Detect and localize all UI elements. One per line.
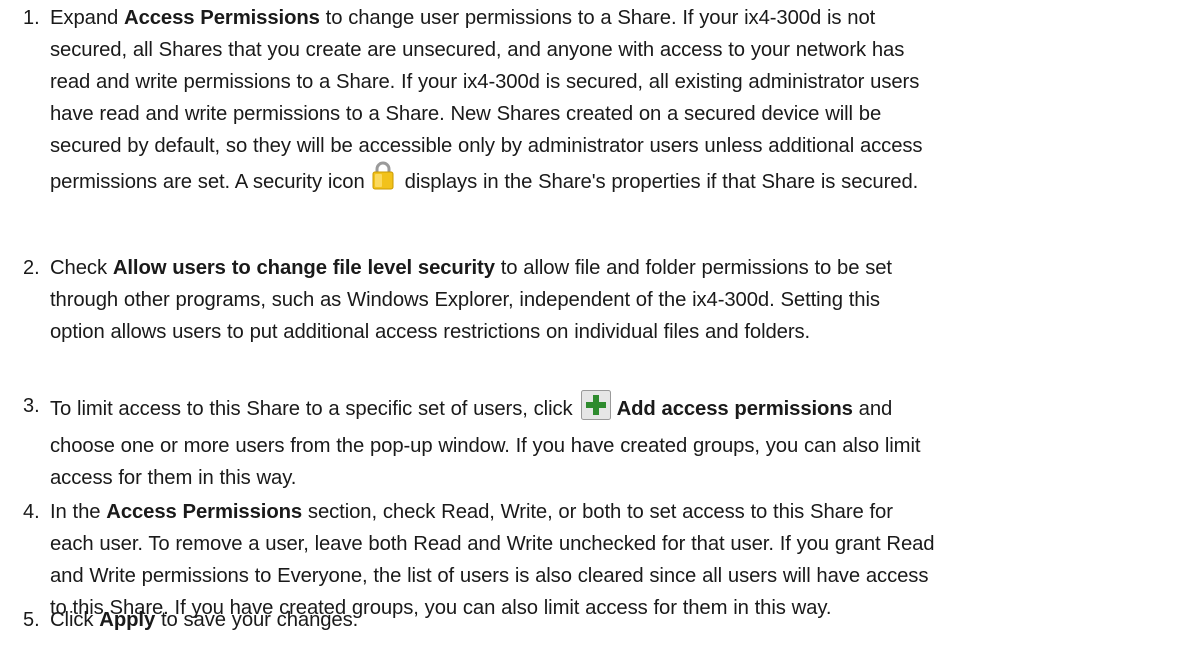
text-line: Expand Access Permissions to change user… [50,2,1176,34]
help-document: 1. Expand Access Permissions to change u… [0,0,1180,646]
text-line: secured by default, so they will be acce… [50,130,1176,162]
text-line: Check Allow users to change file level s… [50,252,1176,284]
text-line: option allows users to put additional ac… [50,316,1176,348]
text-run: and [852,398,893,420]
text-run: to save your changes. [155,609,359,631]
text-run: secured by default, so they will be acce… [50,135,923,157]
lock-icon [371,160,395,204]
text-run: access for them in this way. [50,467,297,489]
text-line: through other programs, such as Windows … [50,284,1176,316]
text-line: In the Access Permissions section, check… [50,496,1176,528]
text-run: read and write permissions to a Share. I… [50,71,920,93]
text-run: To limit access to this Share to a speci… [50,398,573,420]
text-run: through other programs, such as Windows … [50,289,880,311]
text-line: choose one or more users from the pop-up… [50,430,1176,462]
text-run: choose one or more users from the pop-up… [50,435,921,457]
text-run: have read and write permissions to a Sha… [50,103,882,125]
text-line: secured, all Shares that you create are … [50,34,1176,66]
ui-term: Add access permissions [616,398,853,420]
step-number: 2. [23,257,40,279]
add-icon [580,390,611,430]
text-line: Click Apply to save your changes. [50,604,1176,636]
text-run: section, check Read, Write, or both to s… [302,501,893,523]
step-number: 4. [23,501,40,523]
step-number: 1. [23,7,40,29]
ui-term: Apply [99,609,156,631]
ui-term: Access Permissions [106,501,303,523]
text-run: Expand [50,7,125,29]
text-line: and Write permissions to Everyone, the l… [50,560,1176,592]
text-run: secured, all Shares that you create are … [50,39,905,61]
text-line: each user. To remove a user, leave both … [50,528,1176,560]
step-number: 3. [23,395,40,417]
text-line: read and write permissions to a Share. I… [50,66,1176,98]
text-run: to allow file and folder permissions to … [494,257,892,279]
ui-term: Access Permissions [124,7,320,29]
step-text: Click Apply to save your changes. [50,604,1176,636]
text-run: permissions are set. A security icon [50,171,365,193]
text-run: displays in the Share's properties if th… [404,171,919,193]
step-number: 5. [23,609,40,631]
text-run: In the [50,501,107,523]
text-run: each user. To remove a user, leave both … [50,533,935,555]
step-text: To limit access to this Share to a speci… [50,390,1176,494]
text-run: Click [50,609,100,631]
text-line: To limit access to this Share to a speci… [50,390,1176,430]
text-line: have read and write permissions to a Sha… [50,98,1176,130]
ui-term: Allow users to change file level securit… [112,257,495,279]
text-line: permissions are set. A security icon disp… [50,160,1176,204]
text-run: Check [50,257,113,279]
text-run: to change user permissions to a Share. I… [319,7,876,29]
text-line: access for them in this way. [50,462,1176,494]
text-run: and Write permissions to Everyone, the l… [50,565,929,587]
text-run: option allows users to put additional ac… [50,321,811,343]
step-text: Expand Access Permissions to change user… [50,2,1176,204]
step-text: Check Allow users to change file level s… [50,252,1176,348]
